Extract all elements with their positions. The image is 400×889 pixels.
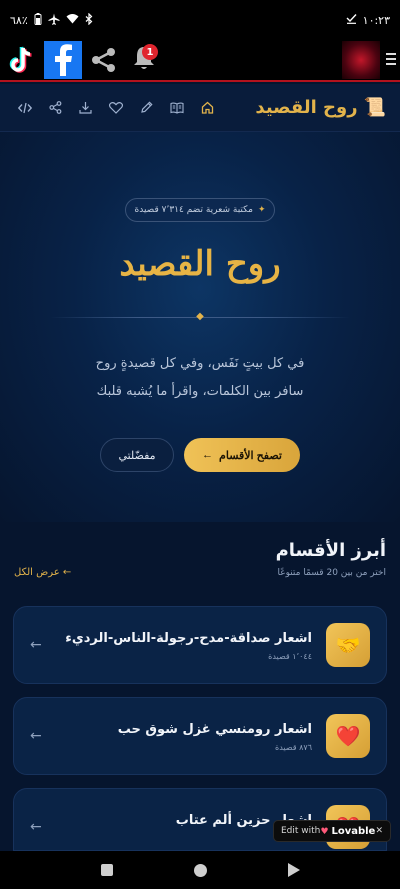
category-count: ١٬٠٤٤ قصيدة bbox=[268, 652, 312, 661]
book-icon[interactable] bbox=[170, 102, 184, 114]
battery-icon bbox=[34, 12, 42, 28]
facebook-icon[interactable] bbox=[44, 41, 82, 79]
pen-icon[interactable] bbox=[140, 101, 153, 114]
sparkle-icon: ✦ bbox=[257, 205, 266, 215]
see-all-link[interactable]: عرض الكل ← bbox=[14, 567, 71, 578]
tiktok-icon[interactable] bbox=[4, 42, 40, 78]
android-nav-bar bbox=[0, 851, 400, 889]
arrow-left-icon: ← bbox=[30, 819, 42, 835]
category-card[interactable]: ❤️ اشعار رومنسي غزل شوق حب ٨٧٦ قصيدة ← bbox=[13, 697, 387, 775]
category-count: ٨٧٦ قصيدة bbox=[275, 743, 312, 752]
lovable-brand-name: Lovable bbox=[331, 825, 376, 837]
tagline-line-2: سافر بين الكلمات، واقرأ ما يُشبه قلبك bbox=[96, 384, 304, 399]
status-right: ١٠:٢٣ bbox=[346, 13, 390, 27]
code-icon[interactable] bbox=[18, 102, 32, 114]
category-title: اشعار صداقة-مدح-رجولة-الناس-الرديء bbox=[65, 631, 312, 646]
sections-title: أبرز الأقسام bbox=[275, 540, 386, 561]
tagline-line-1: في كل بيتٍ نَفَس، وفي كل قصيدةٍ روح bbox=[95, 356, 305, 371]
app-header: روح القصيد 📜 bbox=[0, 84, 400, 132]
app-brand[interactable]: روح القصيد 📜 bbox=[255, 97, 386, 118]
hamburger-menu-icon[interactable] bbox=[386, 51, 396, 70]
lovable-brand: ♥ Lovable bbox=[321, 826, 376, 837]
hero-title: روح القصيد bbox=[119, 244, 281, 284]
hero-tagline: في كل بيتٍ نَفَس، وفي كل قصيدةٍ روح سافر… bbox=[40, 350, 360, 406]
recents-icon[interactable] bbox=[100, 864, 113, 876]
notification-bell[interactable]: 1 bbox=[126, 42, 162, 78]
category-card[interactable]: 🤝 اشعار صداقة-مدح-رجولة-الناس-الرديء ١٬٠… bbox=[13, 606, 387, 684]
wifi-icon bbox=[66, 13, 79, 27]
close-icon[interactable]: ✕ bbox=[375, 826, 383, 836]
favorites-button[interactable]: مفضّلتي bbox=[100, 438, 174, 472]
browse-sections-button[interactable]: ← تصفح الأقسام bbox=[184, 438, 300, 472]
edit-with-label: Edit with bbox=[281, 826, 321, 836]
home-icon[interactable] bbox=[193, 863, 207, 877]
app-title: روح القصيد bbox=[255, 97, 358, 118]
arrow-left-icon: ← bbox=[30, 728, 42, 744]
library-pill: مكتبة شعرية تضم ٧٬٣١٤ قصيدة ✦ bbox=[125, 198, 275, 222]
status-left: ٦٨٪ bbox=[10, 12, 93, 28]
airplane-icon bbox=[48, 13, 60, 28]
category-title: اشعار رومنسي غزل شوق حب bbox=[117, 722, 312, 737]
thumbnail-image[interactable] bbox=[342, 41, 380, 79]
share-icon[interactable] bbox=[86, 42, 122, 78]
status-bar: ٦٨٪ ١٠:٢٣ bbox=[0, 0, 400, 40]
lovable-heart-icon: ♥ bbox=[320, 826, 329, 837]
download-icon[interactable] bbox=[79, 101, 92, 114]
heart-icon: ❤️ bbox=[326, 714, 370, 758]
scroll-icon: 📜 bbox=[363, 97, 386, 118]
pill-text: مكتبة شعرية تضم ٧٬٣١٤ قصيدة bbox=[134, 205, 253, 215]
arrow-left-icon: ← bbox=[30, 637, 42, 653]
header-tools bbox=[18, 101, 214, 114]
diamond-ornament-icon: ◆ bbox=[196, 311, 204, 322]
handshake-icon: 🤝 bbox=[326, 623, 370, 667]
browser-toolbar: 1 bbox=[0, 40, 400, 82]
hero-section: مكتبة شعرية تضم ٧٬٣١٤ قصيدة ✦ روح القصيد… bbox=[0, 132, 400, 522]
browse-label: تصفح الأقسام bbox=[219, 449, 282, 462]
sections-subtitle: اختر من بين 20 قسمًا متنوعًا bbox=[277, 568, 386, 578]
notification-badge: 1 bbox=[142, 44, 158, 60]
lovable-badge[interactable]: Edit with ♥ Lovable ✕ bbox=[273, 820, 391, 842]
battery-text: ٦٨٪ bbox=[10, 13, 28, 27]
heart-icon[interactable] bbox=[109, 101, 123, 114]
share-icon[interactable] bbox=[49, 101, 62, 114]
home-icon[interactable] bbox=[201, 101, 214, 114]
clock-text: ١٠:٢٣ bbox=[362, 13, 390, 27]
download-done-icon bbox=[346, 13, 357, 27]
arrow-left-icon: ← bbox=[202, 449, 214, 461]
back-icon[interactable] bbox=[287, 863, 300, 877]
bluetooth-icon bbox=[85, 12, 93, 28]
